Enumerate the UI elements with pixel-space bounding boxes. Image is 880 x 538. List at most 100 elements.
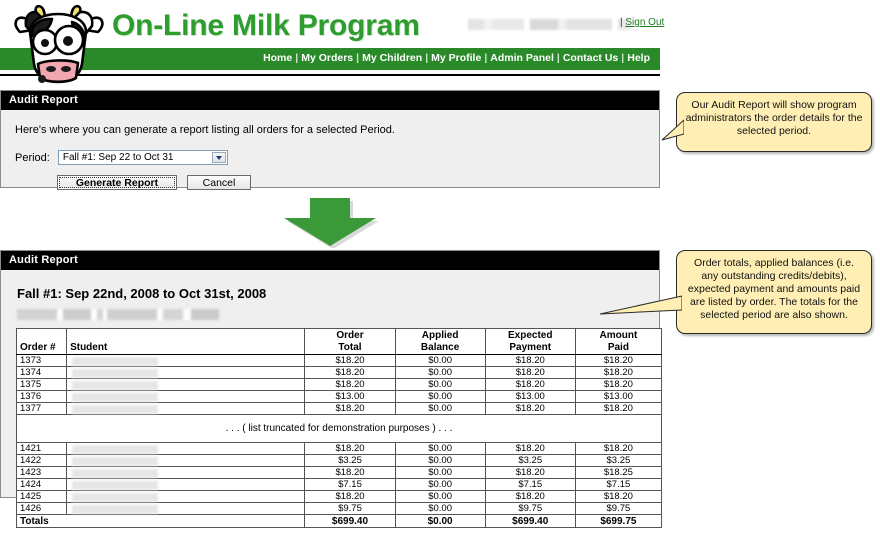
panel-header-audit-report-results: Audit Report xyxy=(1,251,659,270)
cell-order-number: 1424 xyxy=(15,478,68,491)
cell-student-name-redacted xyxy=(66,502,306,515)
cell-order-total: $18.20 xyxy=(304,366,396,379)
column-header-line2: Payment xyxy=(509,341,552,353)
column-header-line2: Total xyxy=(338,341,362,353)
nav-item-my-children[interactable]: My Children xyxy=(362,52,422,64)
column-header-line1: Applied xyxy=(421,329,459,341)
cell-order-number: 1422 xyxy=(15,454,68,467)
cell-amount-paid: $3.25 xyxy=(574,454,663,467)
cell-applied-balance: $0.00 xyxy=(394,378,486,391)
column-header-applied-balance: Applied Balance xyxy=(394,328,486,355)
cell-expected-payment: $18.20 xyxy=(484,378,576,391)
totals-amount-paid: $699.75 xyxy=(574,514,663,528)
table-row-truncation-note: . . . ( list truncated for demonstration… xyxy=(16,414,662,443)
cell-expected-payment: $7.15 xyxy=(484,478,576,491)
cell-amount-paid: $18.20 xyxy=(574,354,663,367)
user-identity-redacted xyxy=(462,19,637,30)
column-header-order-number: Order # xyxy=(15,328,68,355)
cell-student-name-redacted xyxy=(66,454,306,467)
panel-header-audit-report: Audit Report xyxy=(1,91,659,110)
column-header-line1: Amount xyxy=(599,329,638,341)
cell-applied-balance: $0.00 xyxy=(394,390,486,403)
callout-tail-one xyxy=(661,119,684,141)
table-row: 1421 $18.20 $0.00 $18.20 $18.20 xyxy=(15,442,663,455)
cell-order-total: $13.00 xyxy=(304,390,396,403)
generate-report-button[interactable]: Generate Report xyxy=(57,175,177,190)
cell-order-number: 1377 xyxy=(15,402,68,415)
student-name-redaction-bar xyxy=(72,480,159,490)
cell-order-total: $18.20 xyxy=(304,402,396,415)
cell-student-name-redacted xyxy=(66,442,306,455)
table-head: Order # Student Order Total Applied Bala… xyxy=(15,328,663,355)
nav-separator: | xyxy=(484,52,488,64)
nav-separator: | xyxy=(556,52,560,64)
cell-applied-balance: $0.00 xyxy=(394,366,486,379)
period-select-value: Fall #1: Sep 22 to Oct 31 xyxy=(62,152,174,163)
page-root: On-Line Milk Program | Sign Out Home | My … xyxy=(0,0,880,528)
period-select[interactable]: Fall #1: Sep 22 to Oct 31 xyxy=(57,150,228,165)
cell-applied-balance: $0.00 xyxy=(394,466,486,479)
column-header-line1: Expected xyxy=(508,329,553,341)
student-name-redaction-bar xyxy=(72,492,159,502)
cell-student-name-redacted xyxy=(66,378,306,391)
nav-item-help[interactable]: Help xyxy=(627,52,650,64)
cell-expected-payment: $13.00 xyxy=(484,390,576,403)
column-header-student: Student xyxy=(66,328,306,355)
table-row: 1373 $18.20 $0.00 $18.20 $18.20 xyxy=(15,354,663,367)
cell-order-total: $18.20 xyxy=(304,466,396,479)
nav-item-home[interactable]: Home xyxy=(263,52,292,64)
panel-body-results: Fall #1: Sep 22nd, 2008 to Oct 31st, 200… xyxy=(1,270,663,538)
nav-item-contact-us[interactable]: Contact Us xyxy=(563,52,618,64)
cell-amount-paid: $18.25 xyxy=(574,466,663,479)
cell-amount-paid: $18.20 xyxy=(574,366,663,379)
table-body-bottom: 1421 $18.20 $0.00 $18.20 $18.20 1422 $3.25 $0.0… xyxy=(15,442,663,515)
sign-out-link[interactable]: Sign Out xyxy=(625,17,664,28)
totals-expected-payment: $699.40 xyxy=(484,514,576,528)
column-header-expected-payment: Expected Payment xyxy=(484,328,576,355)
cell-amount-paid: $13.00 xyxy=(574,390,663,403)
cell-applied-balance: $0.00 xyxy=(394,502,486,515)
cell-order-total: $9.75 xyxy=(304,502,396,515)
school-name-redacted xyxy=(17,309,219,320)
table-row: 1376 $13.00 $0.00 $13.00 $13.00 xyxy=(15,390,663,403)
table-row: 1374 $18.20 $0.00 $18.20 $18.20 xyxy=(15,366,663,379)
cell-applied-balance: $0.00 xyxy=(394,478,486,491)
cell-expected-payment: $18.20 xyxy=(484,466,576,479)
column-header-line1: Order xyxy=(336,329,364,341)
cell-student-name-redacted xyxy=(66,402,306,415)
cell-student-name-redacted xyxy=(66,366,306,379)
cell-order-number: 1421 xyxy=(15,442,68,455)
chevron-down-icon[interactable] xyxy=(211,152,226,163)
table-row: 1424 $7.15 $0.00 $7.15 $7.15 xyxy=(15,478,663,491)
cell-order-number: 1423 xyxy=(15,466,68,479)
nav-item-my-orders[interactable]: My Orders xyxy=(301,52,353,64)
sign-out-area: | Sign Out xyxy=(620,17,664,28)
table-header-row: Order # Student Order Total Applied Bala… xyxy=(15,328,663,355)
student-name-redaction-bar xyxy=(72,368,159,378)
callout-audit-report-description: Our Audit Report will show program admin… xyxy=(676,92,872,152)
cell-order-total: $18.20 xyxy=(304,378,396,391)
callout-order-totals-description: Order totals, applied balances (i.e. any… xyxy=(676,250,872,334)
totals-label: Totals xyxy=(15,514,306,528)
table-body-totals: Totals $699.40 $0.00 $699.40 $699.75 xyxy=(15,514,663,528)
sign-out-separator: | xyxy=(620,17,623,28)
table-row: 1377 $18.20 $0.00 $18.20 $18.20 xyxy=(15,402,663,415)
cell-amount-paid: $18.20 xyxy=(574,378,663,391)
column-header-line2: Paid xyxy=(607,341,629,353)
nav-separator: | xyxy=(425,52,429,64)
student-name-redaction-bar xyxy=(72,356,159,366)
cell-amount-paid: $9.75 xyxy=(574,502,663,515)
student-name-redaction-bar xyxy=(72,468,159,478)
cell-order-total: $7.15 xyxy=(304,478,396,491)
cell-applied-balance: $0.00 xyxy=(394,454,486,467)
cancel-button[interactable]: Cancel xyxy=(187,175,251,190)
report-period-title: Fall #1: Sep 22nd, 2008 to Oct 31st, 200… xyxy=(17,286,267,301)
cell-applied-balance: $0.00 xyxy=(394,442,486,455)
cell-student-name-redacted xyxy=(66,390,306,403)
audit-report-form-panel: Audit Report Here's where you can genera… xyxy=(0,90,660,190)
table-row: 1423 $18.20 $0.00 $18.20 $18.25 xyxy=(15,466,663,479)
table-row: 1375 $18.20 $0.00 $18.20 $18.20 xyxy=(15,378,663,391)
nav-item-my-profile[interactable]: My Profile xyxy=(431,52,481,64)
nav-item-admin-panel[interactable]: Admin Panel xyxy=(490,52,554,64)
cell-order-number: 1373 xyxy=(15,354,68,367)
